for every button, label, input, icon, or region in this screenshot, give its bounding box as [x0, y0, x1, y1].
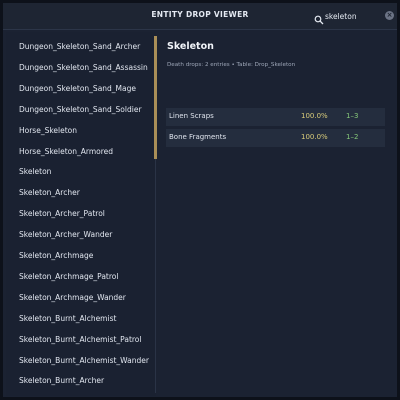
- entity-list-item[interactable]: Skeleton: [19, 167, 51, 176]
- entity-list-item[interactable]: Skeleton_Archer_Patrol: [19, 209, 105, 218]
- entity-list-item[interactable]: Skeleton_Archmage: [19, 251, 93, 260]
- entity-list-item[interactable]: Horse_Skeleton: [19, 126, 77, 135]
- entity-list-item[interactable]: Skeleton_Archer_Wander: [19, 230, 112, 239]
- entity-list-item[interactable]: Dungeon_Skeleton_Sand_Archer: [19, 42, 140, 51]
- entity-list-item[interactable]: Dungeon_Skeleton_Sand_Soldier: [19, 105, 142, 114]
- entity-list-item[interactable]: Horse_Skeleton_Armored: [19, 147, 113, 156]
- drop-table: Linen Scraps 100.0% 1–3 Bone Fragments 100.0…: [166, 108, 385, 150]
- entity-list[interactable]: Dungeon_Skeleton_Sand_Archer Dungeon_Skel…: [6, 32, 156, 396]
- panel-divider-accent: [154, 36, 157, 159]
- title-bar: ENTITY DROP VIEWER ×: [3, 3, 397, 30]
- entity-list-item[interactable]: Dungeon_Skeleton_Sand_Assassin: [19, 63, 148, 72]
- drop-item-name: Linen Scraps: [169, 112, 214, 120]
- entity-list-item[interactable]: Skeleton_Archer: [19, 188, 80, 197]
- entity-list-item[interactable]: Dungeon_Skeleton_Sand_Mage: [19, 84, 136, 93]
- panel-divider: [155, 159, 156, 393]
- drop-row: Linen Scraps 100.0% 1–3: [166, 108, 385, 126]
- entity-list-item[interactable]: Skeleton_Burnt_Archer: [19, 376, 104, 385]
- entity-summary: Death drops: 2 entries • Table: Drop_Ske…: [167, 62, 296, 68]
- drop-quantity: 1–3: [346, 112, 359, 120]
- clear-search-icon[interactable]: ×: [385, 11, 394, 20]
- entity-title: Skeleton: [167, 41, 214, 52]
- drop-row: Bone Fragments 100.0% 1–2: [166, 129, 385, 147]
- entity-drop-viewer-window: ENTITY DROP VIEWER × Dungeon_Skeleton_Sa…: [0, 0, 400, 400]
- search-input[interactable]: [325, 9, 377, 23]
- drop-quantity: 1–2: [346, 133, 359, 141]
- entity-list-item[interactable]: Skeleton_Archmage_Patrol: [19, 272, 118, 281]
- search-icon: [314, 10, 324, 25]
- entity-list-item[interactable]: Skeleton_Burnt_Alchemist: [19, 314, 116, 323]
- entity-list-item[interactable]: Skeleton_Archmage_Wander: [19, 293, 126, 302]
- drop-item-name: Bone Fragments: [169, 133, 227, 141]
- entity-list-item[interactable]: Skeleton_Burnt_Alchemist_Wander: [19, 356, 149, 365]
- search-box[interactable]: ×: [314, 9, 394, 25]
- entity-list-item[interactable]: Skeleton_Burnt_Alchemist_Patrol: [19, 335, 141, 344]
- drop-chance: 100.0%: [301, 112, 328, 120]
- drop-chance: 100.0%: [301, 133, 328, 141]
